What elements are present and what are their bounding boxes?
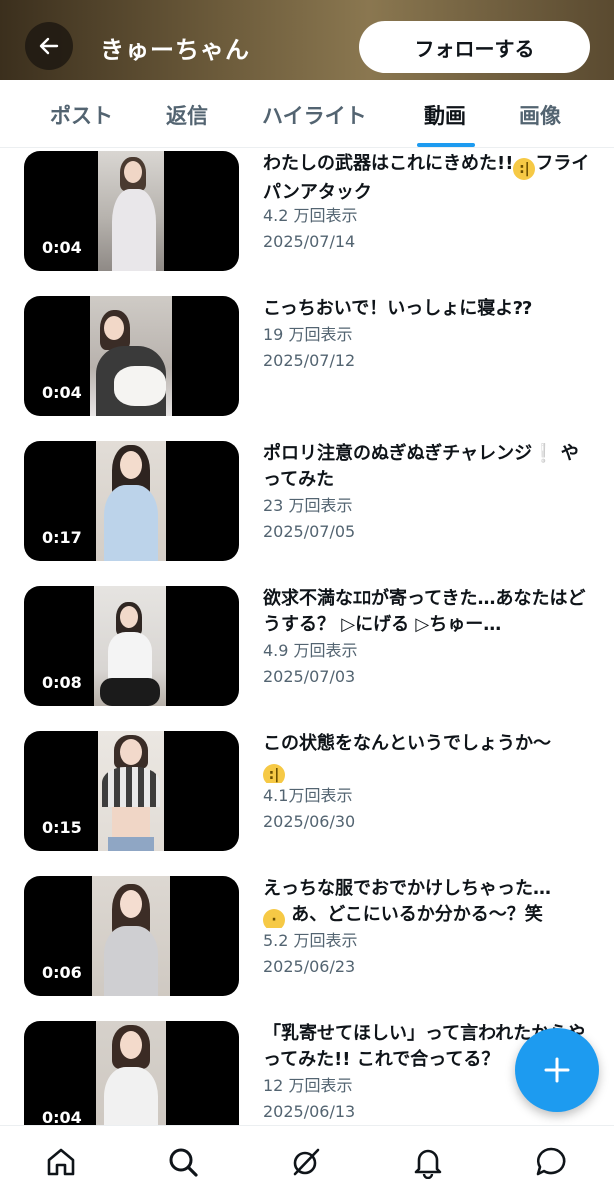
video-thumbnail[interactable]: 0:04 — [24, 151, 239, 271]
view-count: 4.2 万回表示 — [263, 206, 358, 225]
tab-posts[interactable]: ポスト — [50, 100, 113, 130]
arrow-left-icon — [39, 37, 59, 55]
neutral-face-icon: :| — [263, 764, 285, 783]
list-item[interactable]: 0:08 欲求不満なｴﾛが寄ってきた…あなたはどうする？ ▷にげる ▷ちゅー… … — [0, 586, 614, 710]
compose-button[interactable] — [515, 1028, 599, 1112]
video-thumbnail[interactable]: 0:04 — [24, 1021, 239, 1125]
video-meta: こっちおいで！いっしょに寝よ⁇ 19 万回表示 2025/07/12 — [263, 296, 593, 374]
video-duration: 0:08 — [42, 673, 82, 692]
video-frame — [96, 1021, 166, 1125]
view-count: 4.1万回表示 — [263, 786, 353, 805]
neutral-face-icon: :| — [513, 158, 536, 180]
view-count: 4.9 万回表示 — [263, 641, 358, 660]
follow-button[interactable]: フォローする — [359, 21, 590, 73]
nav-notifications[interactable] — [410, 1144, 446, 1180]
plus-icon — [544, 1057, 570, 1083]
video-duration: 0:06 — [42, 963, 82, 982]
video-title: えっちな服でおでかけしちゃった… · あ、どこにいるか分かる〜？笑 — [263, 876, 593, 928]
video-title: ポロリ注意のぬぎぬぎチャレンジ❕ やってみた — [263, 443, 579, 490]
post-date: 2025/06/30 — [263, 812, 356, 831]
video-duration: 0:04 — [42, 238, 82, 257]
video-frame — [96, 441, 166, 561]
nav-grok[interactable] — [288, 1144, 324, 1180]
video-thumbnail[interactable]: 0:15 — [24, 731, 239, 851]
tab-highlights[interactable]: ハイライト — [262, 100, 367, 130]
video-duration: 0:15 — [42, 818, 82, 837]
tab-images[interactable]: 画像 — [519, 100, 561, 130]
video-title: わたしの武器はこれにきめた!!:| フライパンアタック — [263, 153, 590, 203]
search-icon — [169, 1148, 198, 1177]
list-item[interactable]: 0:15 この状態をなんというでしょうか〜:| 4.1万回表示 2025/06/… — [0, 731, 614, 855]
active-tab-indicator — [417, 143, 475, 147]
video-duration: 0:04 — [42, 1108, 82, 1125]
home-icon — [47, 1148, 75, 1176]
view-count: 23 万回表示 — [263, 496, 353, 515]
video-frame — [92, 876, 170, 996]
video-frame — [90, 296, 172, 416]
list-item[interactable]: 0:04 わたしの武器はこれにきめた!!:| フライパンアタック 4.2 万回表示… — [0, 151, 614, 275]
video-duration: 0:17 — [42, 528, 82, 547]
video-thumbnail[interactable]: 0:06 — [24, 876, 239, 996]
post-date: 2025/07/05 — [263, 522, 356, 541]
back-button[interactable] — [25, 22, 73, 70]
shushing-face-icon: · — [263, 909, 285, 928]
tab-replies[interactable]: 返信 — [166, 100, 208, 130]
video-meta: えっちな服でおでかけしちゃった… · あ、どこにいるか分かる〜？笑 5.2 万回表… — [263, 876, 593, 980]
video-title: 欲求不満なｴﾛが寄ってきた…あなたはどうする？ ▷にげる ▷ちゅー… — [263, 588, 586, 635]
post-date: 2025/07/12 — [263, 351, 356, 370]
bell-icon — [414, 1149, 442, 1179]
grok-icon — [293, 1148, 320, 1176]
profile-video-screen: きゅーちゃん フォローする ポスト 返信 ハイライト 動画 画像 0:04 わた… — [0, 0, 614, 1200]
video-thumbnail[interactable]: 0:08 — [24, 586, 239, 706]
video-meta: この状態をなんというでしょうか〜:| 4.1万回表示 2025/06/30 — [263, 731, 593, 835]
view-count: 5.2 万回表示 — [263, 931, 358, 950]
video-title: この状態をなんというでしょうか〜:| — [263, 731, 593, 783]
video-meta: 欲求不満なｴﾛが寄ってきた…あなたはどうする？ ▷にげる ▷ちゅー… 4.9 万… — [263, 586, 593, 690]
video-frame — [94, 586, 166, 706]
list-item[interactable]: 0:17 ポロリ注意のぬぎぬぎチャレンジ❕ やってみた 23 万回表示 2025… — [0, 441, 614, 565]
video-thumbnail[interactable]: 0:04 — [24, 296, 239, 416]
video-meta: ポロリ注意のぬぎぬぎチャレンジ❕ やってみた 23 万回表示 2025/07/0… — [263, 441, 593, 545]
video-frame — [98, 151, 164, 271]
list-item[interactable]: 0:06 えっちな服でおでかけしちゃった… · あ、どこにいるか分かる〜？笑 5.… — [0, 876, 614, 1000]
message-icon — [536, 1147, 566, 1176]
nav-messages[interactable] — [533, 1144, 569, 1180]
nav-home[interactable] — [43, 1144, 79, 1180]
video-thumbnail[interactable]: 0:17 — [24, 441, 239, 561]
profile-tabs: ポスト 返信 ハイライト 動画 画像 — [0, 80, 614, 148]
bottom-nav — [0, 1125, 614, 1200]
profile-header: きゅーちゃん フォローする — [0, 0, 614, 80]
post-date: 2025/07/03 — [263, 667, 356, 686]
video-meta: わたしの武器はこれにきめた!!:| フライパンアタック 4.2 万回表示 2025… — [263, 151, 593, 255]
view-count: 19 万回表示 — [263, 325, 353, 344]
video-title: こっちおいで！いっしょに寝よ⁇ — [263, 298, 532, 319]
post-date: 2025/07/14 — [263, 232, 356, 251]
video-frame — [98, 731, 164, 851]
post-date: 2025/06/23 — [263, 957, 356, 976]
video-duration: 0:04 — [42, 383, 82, 402]
nav-search[interactable] — [165, 1144, 201, 1180]
list-item[interactable]: 0:04 こっちおいで！いっしょに寝よ⁇ 19 万回表示 2025/07/12 — [0, 296, 614, 420]
tab-videos[interactable]: 動画 — [424, 100, 466, 130]
video-list[interactable]: 0:04 わたしの武器はこれにきめた!!:| フライパンアタック 4.2 万回表示… — [0, 148, 614, 1125]
profile-name: きゅーちゃん — [100, 36, 250, 64]
